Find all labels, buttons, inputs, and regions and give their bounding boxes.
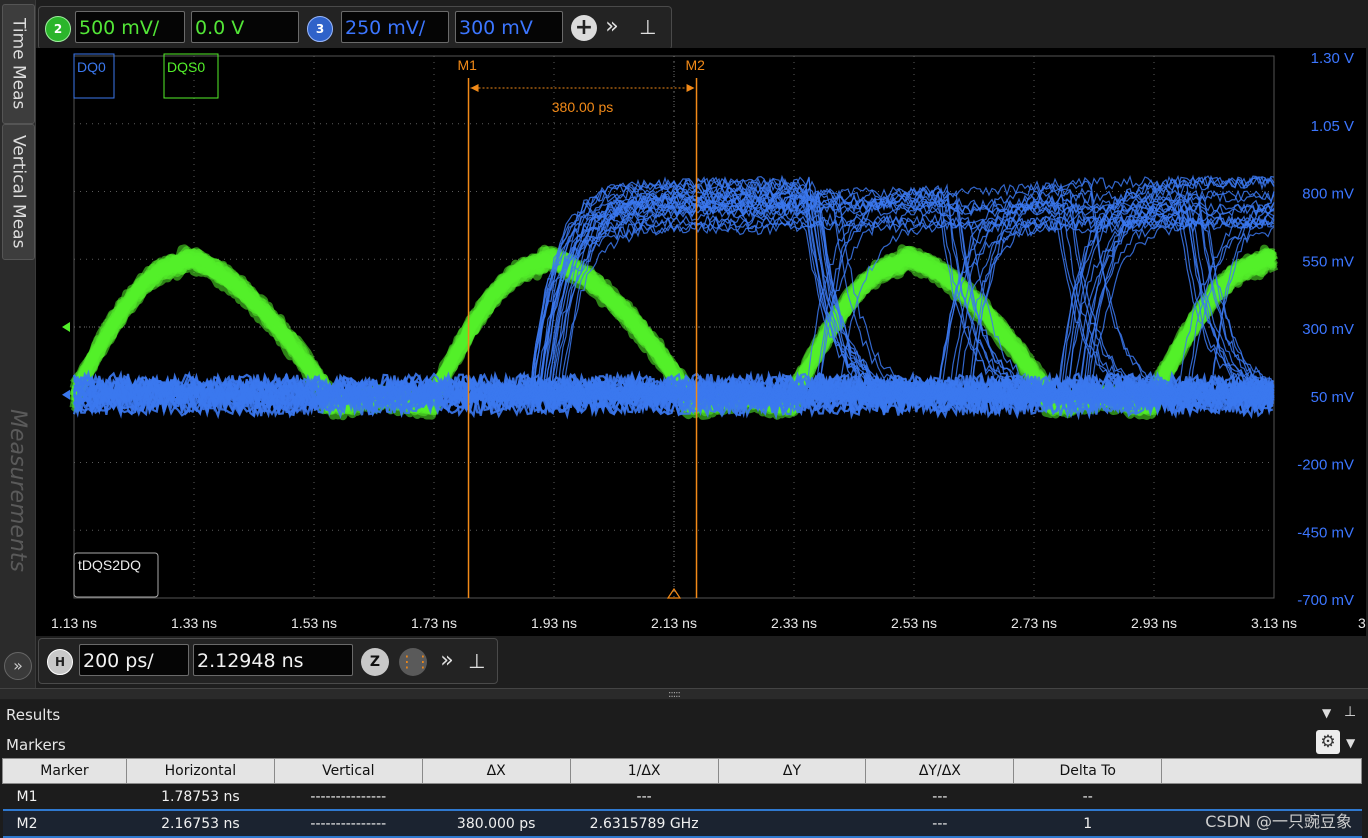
channel-toolbar: 2 500 mV/ 0.0 V 3 250 mV/ 300 mV + » ⊥ — [38, 6, 672, 50]
cell-horizontal: 1.78753 ns — [161, 788, 240, 805]
x-tick-label: 1.73 ns — [411, 615, 457, 631]
panel-splitter[interactable]: ::::: — [0, 688, 1368, 700]
ch3-offset-field[interactable]: 300 mV — [455, 11, 563, 43]
timebase-position-field[interactable]: 2.12948 ns — [193, 644, 353, 676]
waveform-graph: M1 M2 380.00 ps DQ0 DQS0 tDQS2DQ 1.30 V 1.05 V 8… — [51, 50, 1366, 631]
cell-horizontal: 2.16753 ns — [126, 809, 275, 838]
col-header-inv-delta-x[interactable]: 1/ΔX — [569, 758, 719, 784]
x-tick-label: 2.73 ns — [1011, 615, 1057, 631]
scope-display: M1 M2 380.00 ps DQ0 DQS0 tDQS2DQ 1.30 V 1.05 V 8… — [36, 48, 1366, 636]
cell-delta-to: -- — [1082, 788, 1093, 805]
markers-table-header: Marker Horizontal Vertical ΔX 1/ΔX ΔY ΔY… — [2, 758, 1362, 784]
results-dropdown-icon[interactable]: ▼ — [1322, 706, 1331, 720]
col-header-delta-y-over-x[interactable]: ΔY/ΔX — [865, 758, 1015, 784]
x-tick-label: 2.53 ns — [891, 615, 937, 631]
col-header-delta-x[interactable]: ΔX — [421, 758, 571, 784]
dqs0-level-icon — [62, 322, 70, 332]
ch3-scale-field[interactable]: 250 mV/ — [341, 11, 449, 43]
cell-marker: M2 — [2, 809, 127, 838]
table-row[interactable]: M1 1.78753 ns --------------- --- --- -- — [3, 784, 1362, 811]
results-title: Results — [6, 706, 61, 724]
x-tick-label: 1.33 ns — [171, 615, 217, 631]
tab-vertical-meas[interactable]: Vertical Meas — [2, 124, 35, 260]
x-tick-label: 2.93 ns — [1131, 615, 1177, 631]
table-row[interactable]: M2 2.16753 ns --------------- 380.000 ps… — [2, 809, 1362, 838]
channel-2-badge[interactable]: 2 — [45, 16, 71, 42]
tab-measurements-label: Measurements — [5, 408, 30, 572]
watermark: CSDN @一只豌豆象 — [1205, 812, 1352, 831]
expand-timebase-icon[interactable]: » — [435, 647, 459, 675]
horizontal-badge[interactable]: H — [47, 649, 73, 675]
expand-toolbar-icon[interactable]: » — [599, 13, 625, 41]
x-tick-label: 3.13 ns — [1251, 615, 1297, 631]
dq0-level-icon — [62, 389, 70, 400]
cell-delta-y-over-x: --- — [865, 809, 1014, 838]
col-header-delta-y[interactable]: ΔY — [717, 758, 867, 784]
y-tick-label: -450 mV — [1297, 524, 1354, 541]
ch2-scale-field[interactable]: 500 mV/ — [75, 11, 185, 43]
tab-vertical-meas-label: Vertical Meas — [8, 135, 29, 249]
tab-time-meas[interactable]: Time Meas — [2, 4, 35, 124]
timebase-toolbar: H 200 ps/ 2.12948 ns Z ⋮⋮ » ⊥ — [38, 638, 498, 684]
left-tab-rail: Time Meas Vertical Meas Measurements » — [0, 0, 36, 690]
cell-delta-y — [718, 784, 866, 811]
cell-delta-y-over-x: --- — [932, 788, 948, 805]
tab-time-meas-label: Time Meas — [8, 18, 29, 110]
tab-measurements[interactable]: Measurements — [2, 380, 33, 600]
cell-vertical: --------------- — [274, 809, 423, 838]
channel-3-badge[interactable]: 3 — [307, 16, 333, 42]
cell-inv-delta-x: --- — [636, 788, 652, 805]
marker-label-m2: M2 — [686, 57, 706, 73]
y-tick-label: -200 mV — [1297, 457, 1354, 474]
expand-rail-icon[interactable]: » — [4, 652, 32, 680]
y-tick-label: 300 mV — [1302, 321, 1354, 338]
timebase-scale-field[interactable]: 200 ps/ — [79, 644, 189, 676]
legend-label-dq0: DQ0 — [77, 59, 106, 75]
cell-delta-x — [422, 784, 570, 811]
cell-vertical: --------------- — [310, 788, 387, 805]
x-tick-label: 3 — [1358, 615, 1366, 631]
y-tick-label: 1.05 V — [1311, 118, 1354, 135]
measurement-label: tDQS2DQ — [78, 557, 141, 573]
col-header-delta-to[interactable]: Delta To — [1013, 758, 1163, 784]
x-tick-label: 1.93 ns — [531, 615, 577, 631]
cell-delta-to: 1 — [1013, 809, 1162, 838]
ch2-offset-field[interactable]: 0.0 V — [191, 11, 299, 43]
legend-label-dqs0: DQS0 — [167, 59, 205, 75]
y-tick-label: 50 mV — [1311, 389, 1354, 406]
zoom-icon[interactable]: Z — [361, 648, 389, 676]
splitter-grip-icon: ::::: — [668, 689, 681, 700]
col-header-vertical[interactable]: Vertical — [273, 758, 423, 784]
settings-dropdown-icon[interactable]: ▼ — [1346, 736, 1355, 750]
col-header-marker[interactable]: Marker — [2, 758, 127, 784]
pin-icon[interactable]: ⊥ — [635, 13, 661, 41]
y-tick-label: 800 mV — [1302, 186, 1354, 203]
y-tick-label: 550 mV — [1302, 253, 1354, 270]
cell-blank — [1162, 784, 1362, 811]
y-tick-label: 1.30 V — [1311, 50, 1354, 67]
timebase-pin-icon[interactable]: ⊥ — [465, 647, 489, 675]
cell-delta-y — [718, 809, 866, 838]
col-header-horizontal[interactable]: Horizontal — [125, 758, 275, 784]
x-tick-label: 1.13 ns — [51, 615, 97, 631]
x-tick-label: 2.33 ns — [771, 615, 817, 631]
markers-table: Marker Horizontal Vertical ΔX 1/ΔX ΔY ΔY… — [2, 758, 1362, 838]
cell-inv-delta-x: 2.6315789 GHz — [570, 809, 719, 838]
marker-label-m1: M1 — [458, 57, 478, 73]
cell-delta-x: 380.000 ps — [422, 809, 571, 838]
col-header-blank — [1161, 758, 1362, 784]
results-pin-icon[interactable]: ⊥ — [1344, 704, 1356, 720]
markers-section-title: Markers — [6, 736, 66, 754]
x-tick-label: 1.53 ns — [291, 615, 337, 631]
marker-toggle-icon[interactable]: ⋮⋮ — [399, 648, 431, 676]
add-channel-icon[interactable]: + — [571, 15, 597, 41]
settings-gear-icon[interactable]: ⚙ — [1316, 730, 1340, 754]
cell-marker: M1 — [16, 788, 38, 805]
marker-delta-label: 380.00 ps — [552, 99, 614, 115]
y-tick-label: -700 mV — [1297, 592, 1354, 609]
x-tick-label: 2.13 ns — [651, 615, 697, 631]
